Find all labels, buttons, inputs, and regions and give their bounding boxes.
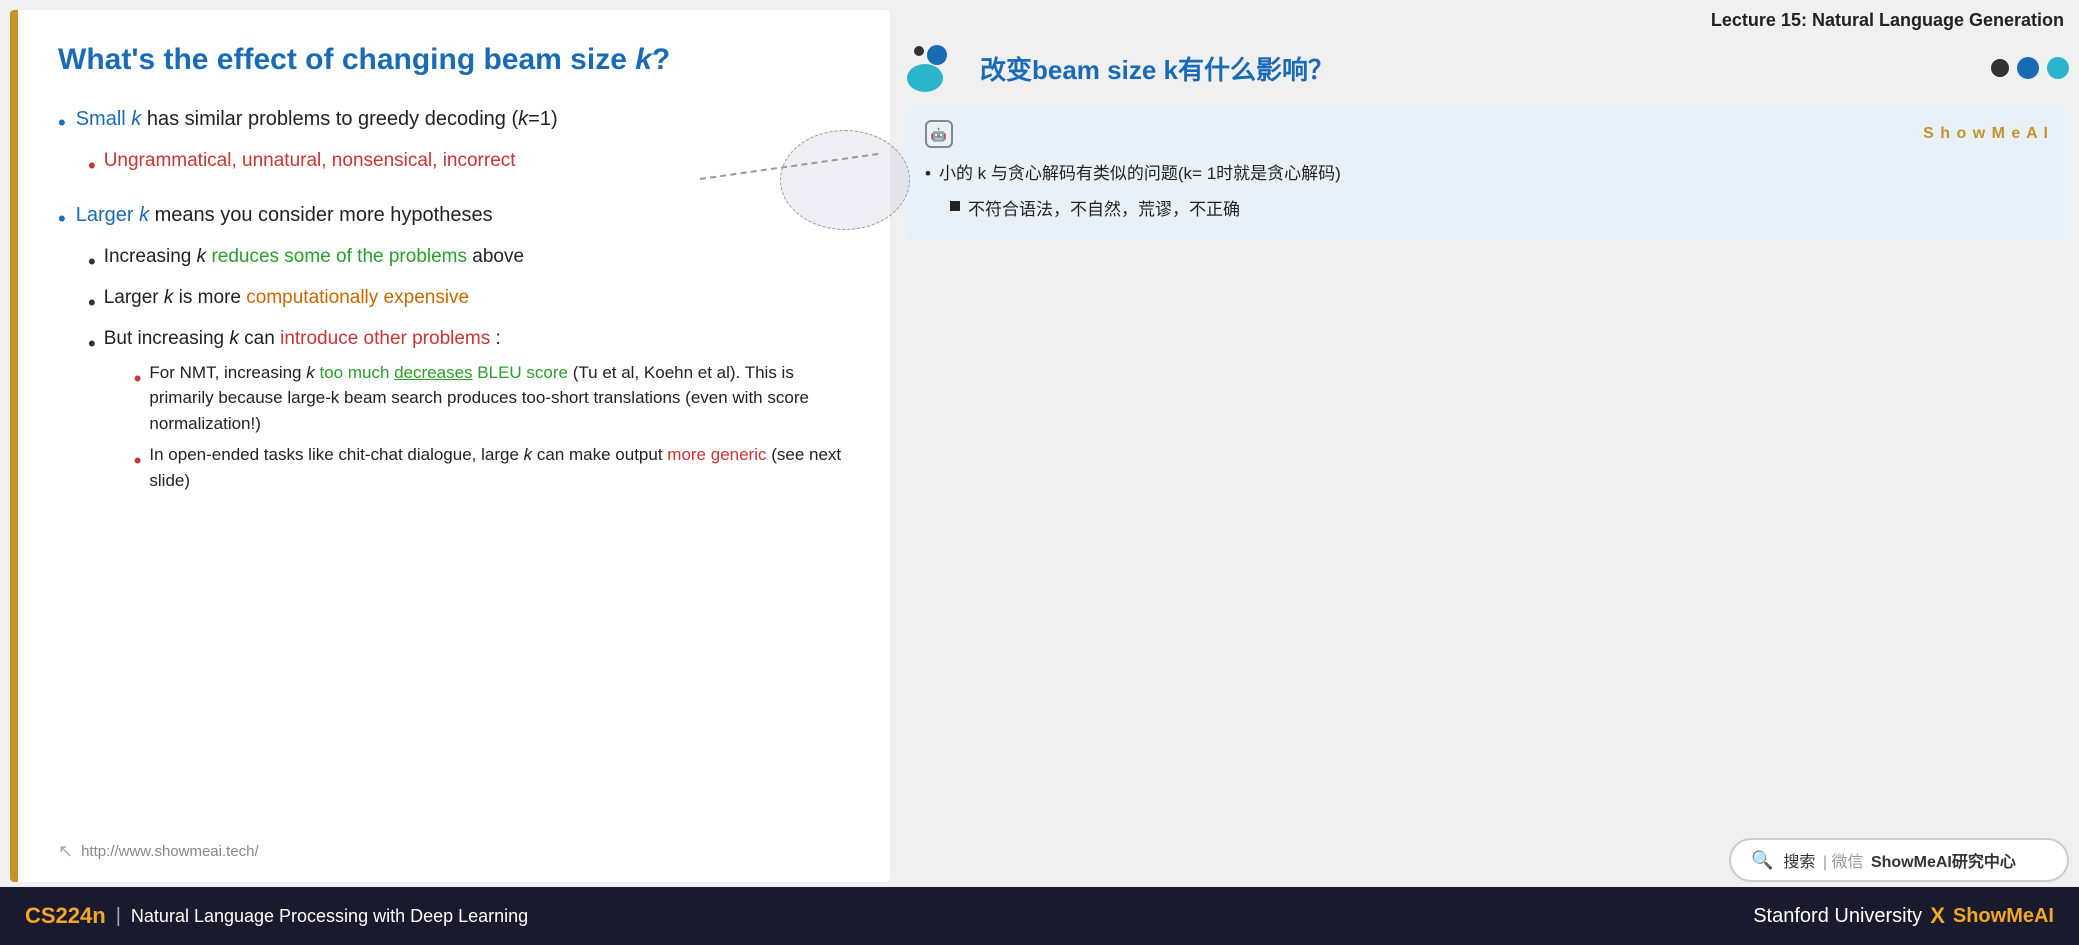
bottom-showmeai: ShowMeAI	[1953, 905, 2054, 928]
chinese-title: 改变beam size k有什么影响？	[980, 50, 1334, 87]
bullet-symbol: •	[925, 159, 931, 190]
bullet-dot: •	[58, 106, 66, 139]
showmeai-icon: 🤖	[925, 120, 953, 148]
showmeai-badge: 🤖 S h o w M e A I	[925, 120, 2049, 149]
sub-bullet-text: But increasing k can introduce other pro…	[104, 325, 850, 499]
showmeai-label: S h o w M e A I	[1923, 120, 2049, 149]
bottom-right: Stanford University X ShowMeAI	[1753, 903, 2054, 929]
bullet-main: • Larger k means you consider more hypot…	[58, 200, 850, 235]
chinese-sub-bullet: 不符合语法，不自然，荒谬，不正确	[950, 195, 2049, 226]
bullet-text: Larger k means you consider more hypothe…	[76, 200, 493, 230]
bottom-stanford: Stanford University	[1753, 905, 1922, 928]
slide-title: What's the effect of changing beam size …	[58, 40, 850, 79]
bullet-dot: •	[58, 202, 66, 235]
search-label: 搜索	[1783, 854, 1815, 871]
sub-bullet-text: Larger k is more computationally expensi…	[104, 284, 469, 313]
bullet-main: • Small k has similar problems to greedy…	[58, 104, 850, 139]
sub-sub-bullet-text: In open-ended tasks like chit-chat dialo…	[149, 442, 850, 493]
list-item: • Small k has similar problems to greedy…	[58, 104, 850, 182]
dot-cyan	[2047, 57, 2069, 79]
url-text: http://www.showmeai.tech/	[81, 843, 259, 860]
slide-title-k: k	[635, 43, 652, 76]
black-square-icon	[950, 201, 960, 211]
text-black: has similar problems to greedy decoding …	[147, 108, 558, 130]
chinese-content-box: 🤖 S h o w M e A I • 小的 k 与贪心解码有类似的问题(k= …	[905, 105, 2069, 241]
dot-blue	[2017, 57, 2039, 79]
list-item: • For NMT, increasing k too much decreas…	[134, 360, 850, 437]
list-item: • Larger k means you consider more hypot…	[58, 200, 850, 499]
main-content: What's the effect of changing beam size …	[0, 0, 2079, 887]
search-icon: 🔍	[1751, 850, 1773, 871]
bullet-list: • Small k has similar problems to greedy…	[58, 104, 850, 831]
bullet-text: Small k has similar problems to greedy d…	[76, 104, 558, 134]
chinese-title-row: 改变beam size k有什么影响？	[905, 43, 1334, 93]
search-divider: | 微信	[1823, 854, 1868, 871]
right-panel: Lecture 15: Natural Language Generation …	[905, 10, 2069, 882]
showmeai-logo-icon	[905, 43, 965, 93]
text-blue: Larger k	[76, 204, 149, 226]
list-item: • In open-ended tasks like chit-chat dia…	[134, 442, 850, 493]
bottom-cs224n: CS224n	[25, 903, 106, 929]
text-blue: Small k	[76, 108, 142, 130]
right-header: 改变beam size k有什么影响？	[905, 43, 2069, 93]
bottom-subtitle: Natural Language Processing with Deep Le…	[131, 906, 528, 927]
list-item: • Ungrammatical, unnatural, nonsensical,…	[88, 147, 850, 182]
search-bar: 🔍 搜索 | 微信 ShowMeAI研究中心	[905, 838, 2069, 882]
chinese-sub-bullet-text: 不符合语法，不自然，荒谬，不正确	[968, 195, 1240, 226]
bullet-dot: •	[134, 362, 142, 395]
sub-bullet-list: • Increasing k reduces some of the probl…	[88, 243, 850, 499]
bullet-dot: •	[88, 149, 96, 182]
search-brand: ShowMeAI研究中心	[1871, 854, 2016, 871]
url-line: ↖ http://www.showmeai.tech/	[58, 831, 850, 862]
bottom-separator: |	[116, 905, 121, 928]
chinese-bullet-main: • 小的 k 与贪心解码有类似的问题(k= 1时就是贪心解码)	[925, 159, 2049, 190]
bottom-bar: CS224n | Natural Language Processing wit…	[0, 887, 2079, 945]
bullet-dot: •	[88, 286, 96, 319]
text-black: means you consider more hypotheses	[155, 204, 493, 226]
slide-title-text2: ?	[652, 43, 670, 76]
list-item: • Increasing k reduces some of the probl…	[88, 243, 850, 278]
slide-panel: What's the effect of changing beam size …	[10, 10, 890, 882]
chinese-bullet-text: 小的 k 与贪心解码有类似的问题(k= 1时就是贪心解码)	[939, 159, 1341, 190]
bullet-dot: •	[134, 444, 142, 477]
circle-annotation	[780, 130, 910, 230]
bottom-left: CS224n | Natural Language Processing wit…	[25, 903, 528, 929]
lecture-title: Lecture 15: Natural Language Generation	[905, 10, 2069, 31]
sub-bullet-text: Ungrammatical, unnatural, nonsensical, i…	[104, 147, 516, 176]
sub-bullet-text: Increasing k reduces some of the problem…	[104, 243, 524, 272]
cursor-icon: ↖	[58, 841, 73, 862]
bottom-x: X	[1930, 903, 1945, 929]
bullet-dot: •	[88, 245, 96, 278]
search-text: 搜索 | 微信 ShowMeAI研究中心	[1783, 848, 2015, 872]
list-item: • Larger k is more computationally expen…	[88, 284, 850, 319]
slide-title-text1: What's the effect of changing beam size	[58, 43, 635, 76]
sub-sub-bullet-text: For NMT, increasing k too much decreases…	[149, 360, 850, 437]
bullet-dot: •	[88, 327, 96, 360]
sub-bullet-list: • Ungrammatical, unnatural, nonsensical,…	[88, 147, 850, 182]
dots-group	[1991, 57, 2069, 79]
list-item: • But increasing k can introduce other p…	[88, 325, 850, 499]
sub-sub-bullet-list: • For NMT, increasing k too much decreas…	[134, 360, 850, 494]
search-input-box[interactable]: 🔍 搜索 | 微信 ShowMeAI研究中心	[1729, 838, 2069, 882]
dot-dark	[1991, 59, 2009, 77]
